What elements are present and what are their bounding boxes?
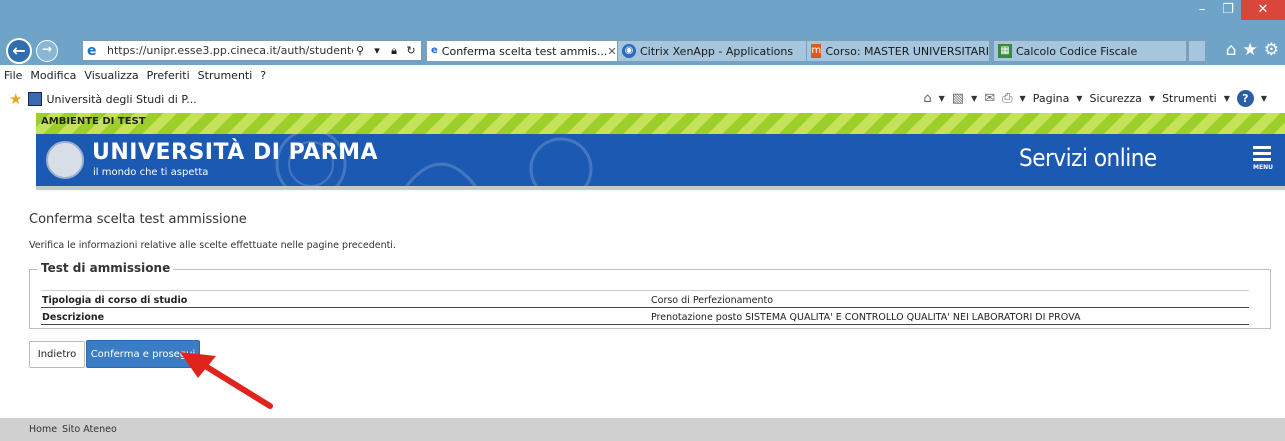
tab-corso[interactable]: m Corso: MASTER UNIVERSITARI	[806, 40, 990, 62]
footer-home-link[interactable]: Home	[29, 424, 57, 435]
tab-citrix[interactable]: ◉ Citrix XenApp - Applications	[617, 40, 807, 62]
page-title: Conferma scelta test ammissione	[29, 212, 247, 227]
table-row: Descrizione Prenotazione posto SISTEMA Q…	[41, 309, 1249, 325]
ie-logo-icon: e	[87, 42, 97, 59]
navigation-row: ← → e https://unipr.esse3.pp.cineca.it/a…	[0, 38, 1285, 64]
university-header: UNIVERSITÀ DI PARMA il mondo che ti aspe…	[36, 134, 1285, 186]
tab-label: Calcolo Codice Fiscale	[1016, 44, 1138, 58]
menu-help[interactable]: ?	[260, 69, 266, 82]
favorite-link[interactable]: Università degli Studi di P...	[46, 93, 196, 106]
chevron-down-icon[interactable]: ▼	[1149, 94, 1155, 103]
fieldset-legend: Test di ammissione	[38, 261, 174, 275]
mail-icon[interactable]: ✉	[984, 91, 995, 106]
menu-modifica[interactable]: Modifica	[30, 69, 76, 82]
strumenti-menu[interactable]: Strumenti	[1162, 92, 1217, 105]
menu-strumenti[interactable]: Strumenti	[198, 69, 253, 82]
menu-bar: File Modifica Visualizza Preferiti Strum…	[0, 65, 1285, 85]
minimize-button[interactable]: –	[1189, 0, 1215, 20]
search-icon[interactable]: ⚲	[353, 44, 367, 57]
site-favicon-icon	[28, 92, 43, 106]
chevron-down-icon[interactable]: ▼	[1261, 94, 1267, 103]
university-tagline: il mondo che ti aspetta	[93, 167, 209, 178]
favorites-star-icon[interactable]: ★	[1243, 40, 1258, 60]
close-tab-icon[interactable]: ✕	[607, 45, 616, 58]
red-arrow-annotation-icon	[180, 352, 273, 409]
test-environment-label: AMBIENTE DI TEST	[41, 116, 146, 127]
back-button[interactable]: Indietro	[29, 341, 85, 368]
footer-site-link[interactable]: Sito Ateneo	[62, 424, 117, 435]
citrix-icon: ◉	[622, 44, 636, 58]
ie-logo-icon: e	[431, 45, 438, 56]
tab-label: Citrix XenApp - Applications	[640, 44, 794, 58]
browser-toolbar-icons: ⌂ ★ ⚙	[1226, 40, 1279, 60]
row-label: Tipologia di corso di studio	[42, 295, 188, 306]
home-icon[interactable]: ⌂	[1226, 40, 1237, 60]
sicurezza-menu[interactable]: Sicurezza	[1090, 92, 1142, 105]
test-fieldset: Test di ammissione Tipologia di corso di…	[29, 261, 1271, 329]
chevron-down-icon[interactable]: ▼	[939, 94, 945, 103]
url-text[interactable]: https://unipr.esse3.pp.cineca.it/auth/st…	[107, 44, 353, 57]
restore-button[interactable]: ❐	[1215, 0, 1241, 20]
new-tab-button[interactable]	[1188, 40, 1206, 62]
chevron-down-icon[interactable]: ▼	[971, 94, 977, 103]
command-bar: ⌂ ▼ ▧ ▼ ✉ ⎙ ▼ Pagina ▼ Sicurezza ▼ Strumenti ▼…	[923, 90, 1267, 107]
page-footer: Home Sito Ateneo	[0, 418, 1285, 441]
menu-preferiti[interactable]: Preferiti	[147, 69, 190, 82]
tab-label: Corso: MASTER UNIVERSITARI	[825, 44, 989, 58]
table-row: Tipologia di corso di studio Corso di Pe…	[41, 292, 1249, 308]
chevron-down-icon[interactable]: ▼	[1076, 94, 1082, 103]
university-seal-logo[interactable]	[46, 141, 84, 179]
rss-feed-icon[interactable]: ▧	[952, 91, 964, 106]
table-top-border	[41, 290, 1249, 291]
moodle-icon: m	[811, 44, 822, 58]
forward-arrow-icon[interactable]: →	[36, 40, 58, 62]
chevron-down-icon[interactable]: ▼	[1020, 94, 1026, 103]
menu-file[interactable]: File	[4, 69, 22, 82]
close-button[interactable]: ✕	[1241, 0, 1285, 20]
help-icon[interactable]: ?	[1236, 90, 1254, 107]
header-divider	[36, 186, 1285, 190]
row-value: Prenotazione posto SISTEMA QUALITA' E CO…	[651, 312, 1081, 323]
print-icon[interactable]: ⎙	[1002, 91, 1012, 106]
menu-visualizza[interactable]: Visualizza	[84, 69, 138, 82]
row-value: Corso di Perfezionamento	[651, 295, 774, 306]
window-controls: – ❐ ✕	[1189, 0, 1285, 22]
test-environment-banner: AMBIENTE DI TEST	[36, 113, 1285, 134]
tab-conferma[interactable]: e Conferma scelta test ammis... ✕	[426, 40, 618, 62]
page-subtitle: Verifica le informazioni relative alle s…	[29, 240, 396, 251]
refresh-icon[interactable]: ↻	[404, 44, 418, 57]
add-favorite-star-icon[interactable]: ★	[9, 90, 22, 108]
address-bar[interactable]: e https://unipr.esse3.pp.cineca.it/auth/…	[82, 40, 422, 61]
home-icon[interactable]: ⌂	[923, 91, 931, 106]
row-label: Descrizione	[42, 312, 105, 323]
pagina-menu[interactable]: Pagina	[1033, 92, 1070, 105]
chevron-down-icon[interactable]: ▼	[1224, 94, 1230, 103]
hamburger-menu-button[interactable]: MENU	[1253, 146, 1273, 171]
servizi-online-title: Servizi online	[1019, 144, 1157, 172]
tab-label: Conferma scelta test ammis...	[441, 44, 608, 58]
back-arrow-icon[interactable]: ←	[6, 38, 32, 64]
lock-icon[interactable]: 🔒︎	[387, 44, 401, 58]
university-name[interactable]: UNIVERSITÀ DI PARMA	[92, 140, 378, 165]
menu-label: MENU	[1253, 164, 1273, 171]
dropdown-icon[interactable]: ▾	[370, 44, 384, 57]
calculator-icon: ▦	[998, 44, 1012, 58]
tab-codice-fiscale[interactable]: ▦ Calcolo Codice Fiscale	[993, 40, 1187, 62]
browser-titlebar: – ❐ ✕ ← → e https://unipr.esse3.pp.cinec…	[0, 0, 1285, 65]
favorites-bar: ★ Università degli Studi di P... ⌂ ▼ ▧ ▼ ✉…	[0, 85, 1285, 113]
settings-gear-icon[interactable]: ⚙	[1264, 40, 1279, 60]
